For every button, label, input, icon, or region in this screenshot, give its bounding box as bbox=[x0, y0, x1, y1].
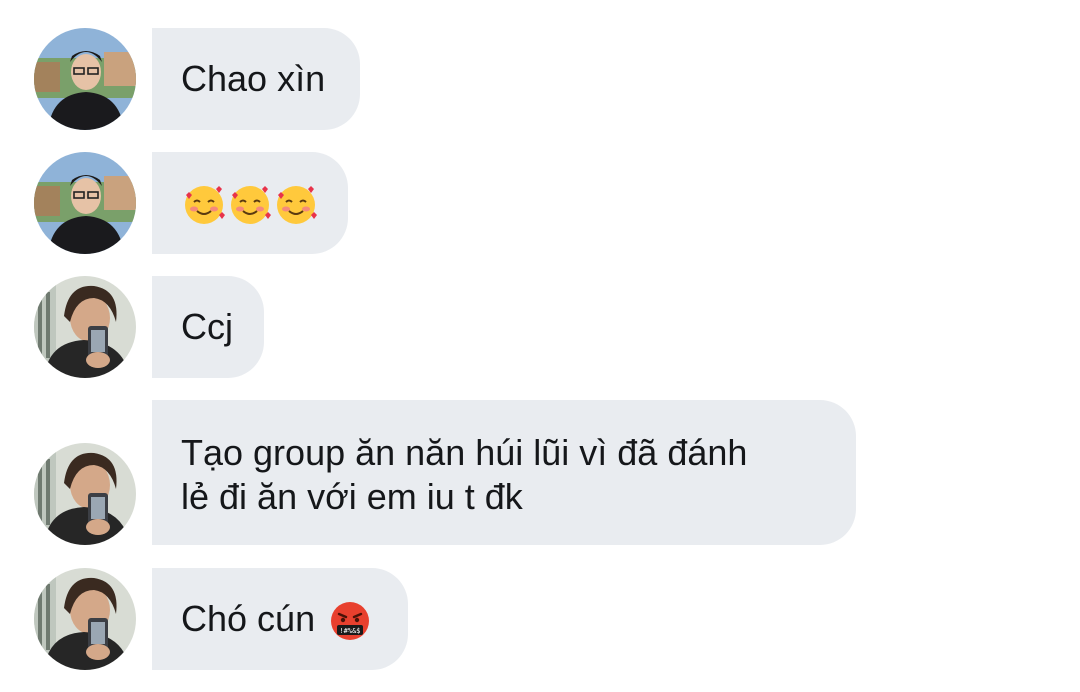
avatar[interactable] bbox=[34, 276, 136, 378]
message-bubble[interactable]: Chó cún !#%&$ bbox=[152, 568, 408, 670]
message-bubble[interactable]: Chao xìn bbox=[152, 28, 360, 130]
avatar[interactable] bbox=[34, 568, 136, 670]
smiling-face-with-hearts-icon bbox=[181, 179, 227, 226]
message-row: Ccj bbox=[0, 276, 1080, 378]
message-bubble[interactable]: Tạo group ăn năn húi lũi vì đã đánh lẻ đ… bbox=[152, 400, 856, 545]
avatar-photo-user-b bbox=[34, 276, 136, 378]
avatar-photo-user-b bbox=[34, 443, 136, 545]
avatar-photo-user-b bbox=[34, 568, 136, 670]
message-text: Chao xìn bbox=[181, 58, 326, 99]
avatar[interactable] bbox=[34, 28, 136, 130]
avatar[interactable] bbox=[34, 152, 136, 254]
message-row: Chao xìn bbox=[0, 28, 1080, 130]
svg-text:!#%&$: !#%&$ bbox=[340, 627, 361, 635]
smiling-face-with-hearts-icon bbox=[273, 179, 319, 226]
message-row bbox=[0, 152, 1080, 254]
message-bubble[interactable] bbox=[152, 152, 348, 254]
face-with-symbols-on-mouth-icon: !#%&$ bbox=[329, 596, 371, 641]
avatar[interactable] bbox=[34, 443, 136, 545]
message-row: Tạo group ăn năn húi lũi vì đã đánh lẻ đ… bbox=[0, 400, 1080, 545]
message-text: Ccj bbox=[181, 306, 233, 347]
message-thread: Chao xìn Ccj Tạo group ăn năn húi lũi vì… bbox=[0, 0, 1080, 692]
avatar-photo-user-a bbox=[34, 28, 136, 130]
message-row: Chó cún !#%&$ bbox=[0, 568, 1080, 670]
message-text: Chó cún bbox=[181, 598, 316, 639]
smiling-face-with-hearts-icon bbox=[227, 179, 273, 226]
avatar-photo-user-a bbox=[34, 152, 136, 254]
message-bubble[interactable]: Ccj bbox=[152, 276, 264, 378]
message-text: Tạo group ăn năn húi lũi vì đã đánh lẻ đ… bbox=[181, 432, 748, 517]
